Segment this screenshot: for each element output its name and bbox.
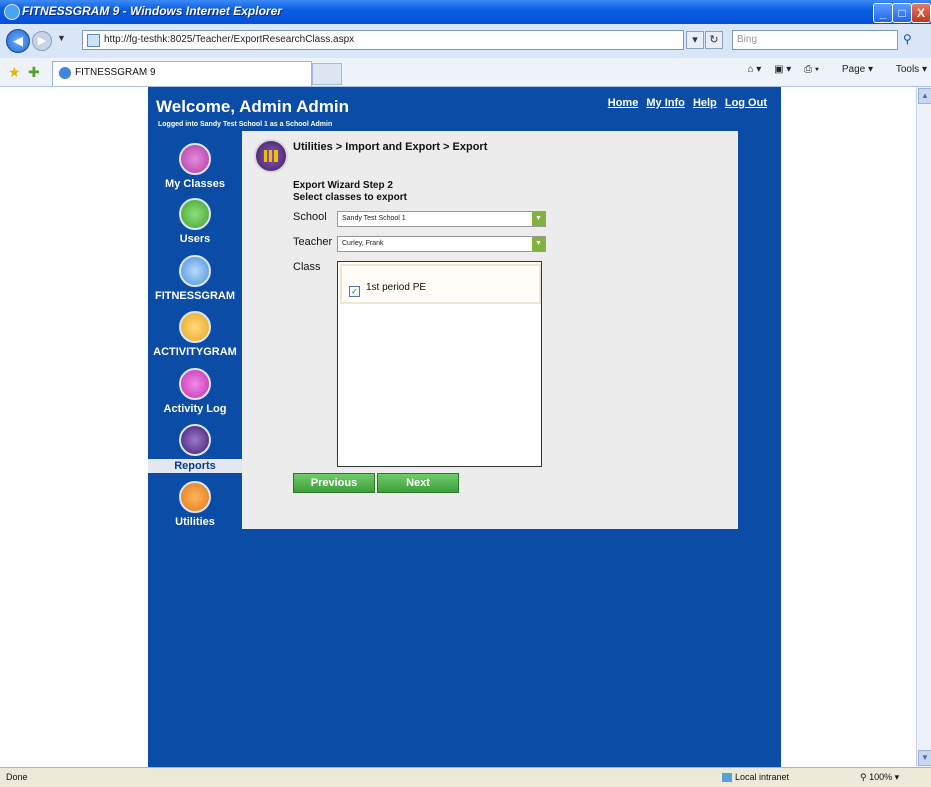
zoom-level[interactable]: ⚲ 100% ▾ — [860, 768, 899, 787]
class-name: 1st period PE — [366, 282, 427, 293]
intranet-icon — [722, 773, 732, 783]
new-tab-button[interactable] — [312, 63, 342, 85]
page-content: Welcome, Admin Admin Logged into Sandy T… — [0, 87, 917, 767]
page-menu-label: Page — [841, 64, 866, 75]
help-link[interactable]: Help — [693, 97, 717, 109]
address-input[interactable]: http://fg-testhk:8025/Teacher/ExportRese… — [82, 30, 684, 50]
sidebar-item-label: Reports — [148, 459, 242, 473]
breadcrumb: Utilities > Import and Export > Export — [293, 141, 488, 153]
window-title-bar: FITNESSGRAM 9 - Windows Internet Explore… — [0, 0, 931, 24]
sidebar-item-label: Users — [179, 233, 211, 245]
security-zone-label: Local intranet — [735, 772, 790, 782]
vertical-scrollbar[interactable]: ▲ ▼ — [916, 87, 931, 767]
feeds-icon[interactable]: ▣ ▾ — [774, 64, 791, 75]
teacher-label: Teacher — [293, 236, 333, 248]
ie-logo-icon — [4, 4, 20, 20]
sidebar-item-activitygram[interactable]: ACTIVITYGRAM — [148, 311, 242, 358]
zoom-value: 100% — [869, 772, 893, 782]
status-bar: Done Local intranet ⚲ 100% ▾ — [0, 767, 931, 787]
reports-icon — [179, 424, 211, 456]
chevron-down-icon[interactable]: ▼ — [532, 212, 545, 226]
page-icon — [87, 34, 100, 47]
forward-button[interactable]: ▶ — [32, 31, 52, 51]
page-menu[interactable]: Page ▾ — [832, 64, 873, 75]
compat-view-icon[interactable]: ▾ — [686, 31, 704, 49]
search-input[interactable]: Bing — [732, 30, 898, 50]
sidebar-item-utilities[interactable]: Utilities — [148, 481, 242, 528]
sidebar-item-reports[interactable]: Reports — [148, 424, 242, 473]
class-list[interactable]: ✓ 1st period PE — [337, 261, 542, 467]
wizard-step-subtitle: Select classes to export — [293, 192, 407, 203]
sidebar-item-label: My Classes — [165, 178, 225, 190]
sidebar-item-activity-log[interactable]: Activity Log — [148, 368, 242, 415]
print-icon[interactable]: ⎙ ▾ — [804, 64, 819, 75]
list-item[interactable]: ✓ 1st period PE — [340, 264, 541, 304]
activity-log-icon — [179, 368, 211, 400]
wizard-step-title: Export Wizard Step 2 — [293, 180, 393, 191]
status-text: Done — [6, 772, 28, 782]
security-zone: Local intranet — [722, 768, 789, 787]
top-links: Home My Info Help Log Out — [603, 97, 767, 109]
tab-ie-icon — [59, 67, 71, 79]
reports-chart-icon — [254, 139, 288, 173]
users-icon — [179, 198, 211, 230]
school-label: School — [293, 211, 327, 223]
minimize-button[interactable]: _ — [873, 3, 893, 23]
close-button[interactable]: X — [911, 3, 931, 23]
address-url: http://fg-testhk:8025/Teacher/ExportRese… — [104, 34, 355, 45]
my-info-link[interactable]: My Info — [646, 97, 685, 109]
sidebar-item-label: Activity Log — [163, 403, 227, 415]
my-classes-icon — [179, 143, 211, 175]
search-icon[interactable]: ⚲ — [903, 30, 923, 48]
log-out-link[interactable]: Log Out — [725, 97, 767, 109]
tab-title: FITNESSGRAM 9 — [75, 67, 156, 78]
scroll-down-icon[interactable]: ▼ — [918, 750, 931, 766]
window-title: FITNESSGRAM 9 - Windows Internet Explore… — [22, 4, 282, 18]
maximize-button[interactable]: □ — [892, 3, 912, 23]
utilities-icon — [179, 481, 211, 513]
fitnessgram-icon — [179, 255, 211, 287]
history-dropdown-icon[interactable]: ▼ — [57, 33, 66, 43]
export-wizard-panel: Utilities > Import and Export > Export E… — [242, 131, 738, 529]
logged-in-text: Logged into Sandy Test School 1 as a Sch… — [158, 121, 333, 128]
school-select-value: Sandy Test School 1 — [342, 215, 406, 222]
sidebar-item-label: Utilities — [175, 516, 215, 528]
class-checkbox[interactable]: ✓ — [349, 286, 360, 297]
activitygram-icon — [179, 311, 211, 343]
welcome-heading: Welcome, Admin Admin — [156, 97, 350, 116]
tab-row: ★ ✚ FITNESSGRAM 9 ⌂ ▾ ▣ ▾ ⎙ ▾ Page ▾ Too… — [0, 58, 931, 87]
refresh-icon[interactable]: ↻ — [705, 31, 723, 49]
add-favorite-icon[interactable]: ✚ — [28, 64, 40, 81]
chevron-down-icon[interactable]: ▼ — [532, 237, 545, 251]
back-button[interactable]: ◀ — [6, 29, 30, 53]
previous-button[interactable]: Previous — [293, 473, 375, 493]
sidebar-item-my-classes[interactable]: My Classes — [148, 143, 242, 190]
favorites-star-icon[interactable]: ★ — [8, 64, 21, 81]
sidebar-item-label: ACTIVITYGRAM — [153, 346, 237, 358]
scroll-up-icon[interactable]: ▲ — [918, 88, 931, 104]
tools-menu-label: Tools — [895, 64, 920, 75]
sidebar-item-fitnessgram[interactable]: FITNESSGRAM — [148, 255, 242, 302]
school-select[interactable]: Sandy Test School 1 ▼ — [337, 211, 546, 227]
home-icon[interactable]: ⌂ ▾ — [747, 64, 761, 75]
teacher-select[interactable]: Curley, Frank ▼ — [337, 236, 546, 252]
app-panel: Welcome, Admin Admin Logged into Sandy T… — [148, 87, 781, 767]
teacher-select-value: Curley, Frank — [342, 240, 384, 247]
command-bar: ⌂ ▾ ▣ ▾ ⎙ ▾ Page ▾ Tools ▾ — [737, 64, 927, 75]
class-label: Class — [293, 261, 321, 273]
tools-menu[interactable]: Tools ▾ — [886, 64, 927, 75]
browser-tab[interactable]: FITNESSGRAM 9 — [52, 61, 312, 86]
next-button[interactable]: Next — [377, 473, 459, 493]
sidebar-item-label: FITNESSGRAM — [154, 290, 236, 302]
address-bar-row: ◀ ▶ ▼ http://fg-testhk:8025/Teacher/Expo… — [0, 24, 931, 59]
home-link[interactable]: Home — [608, 97, 639, 109]
sidebar-item-users[interactable]: Users — [148, 198, 242, 245]
